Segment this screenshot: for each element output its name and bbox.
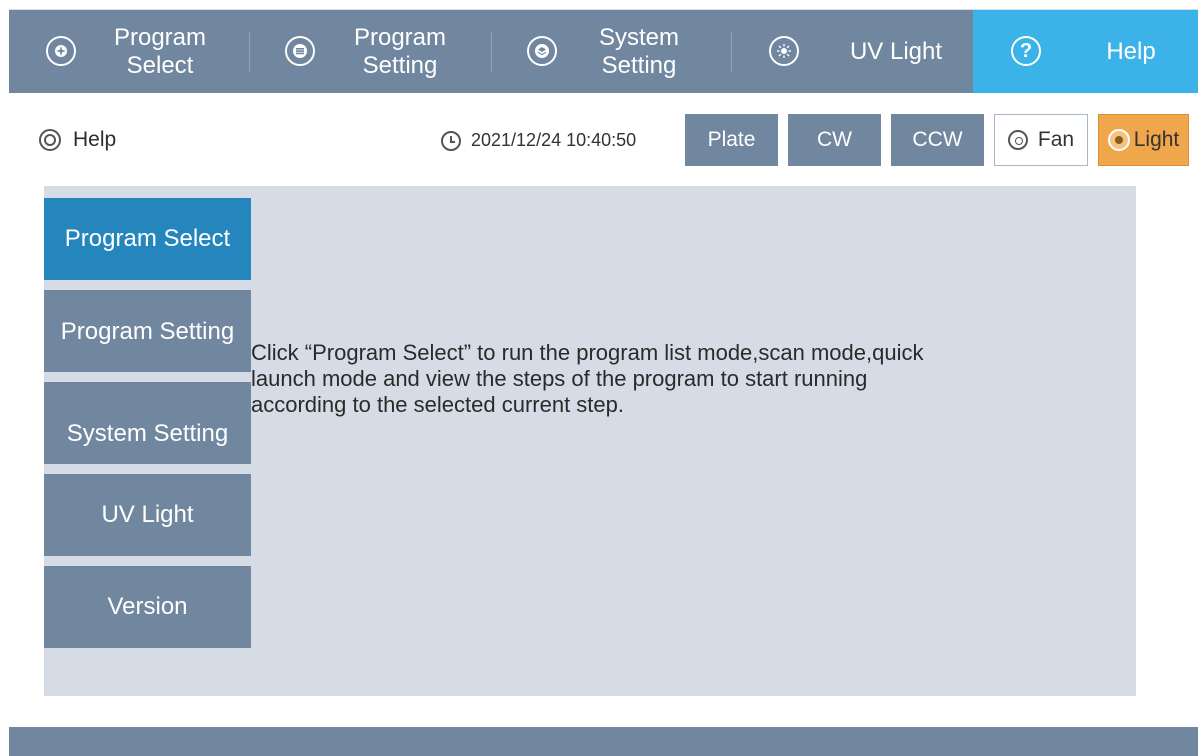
nav-label: Help bbox=[1106, 38, 1156, 65]
help-description: Click “Program Select” to run the progra… bbox=[251, 340, 1091, 418]
nav-program-setting[interactable]: Program Setting bbox=[249, 10, 491, 93]
nav-label-line2: Setting bbox=[601, 52, 677, 79]
nav-label-line2: Setting bbox=[362, 52, 438, 79]
sidebar-item-uv-light[interactable]: UV Light bbox=[44, 474, 251, 556]
cw-button[interactable]: CW bbox=[788, 114, 881, 166]
help-line: Click “Program Select” to run the progra… bbox=[251, 340, 924, 365]
layers-icon bbox=[527, 36, 557, 66]
nav-label-line1: Program bbox=[113, 24, 207, 51]
compass-icon bbox=[46, 36, 76, 66]
help-line: launch mode and view the steps of the pr… bbox=[251, 366, 868, 391]
sidebar-item-program-select[interactable]: Program Select bbox=[44, 198, 251, 280]
fan-button[interactable]: Fan bbox=[994, 114, 1088, 166]
fan-button-label: Fan bbox=[1037, 128, 1075, 151]
plate-button[interactable]: Plate bbox=[685, 114, 778, 166]
sidebar-item-version[interactable]: Version bbox=[44, 566, 251, 648]
top-nav: Program Select Program Setting System Se… bbox=[9, 10, 1198, 93]
help-panel: Program Select Program Setting System Se… bbox=[44, 186, 1136, 696]
fan-icon bbox=[1007, 130, 1028, 150]
clock-icon bbox=[441, 130, 461, 151]
ccw-button[interactable]: CCW bbox=[891, 114, 984, 166]
light-button[interactable]: Light bbox=[1098, 114, 1189, 166]
sidebar-item-program-setting[interactable]: Program Setting bbox=[44, 290, 251, 372]
nav-system-setting[interactable]: System Setting bbox=[491, 10, 731, 93]
datetime-text: 2021/12/24 10:40:50 bbox=[471, 130, 637, 150]
datetime-display: 2021/12/24 10:40:50 bbox=[441, 130, 636, 151]
sidebar-item-system-setting[interactable]: System Setting bbox=[44, 382, 251, 464]
sun-icon bbox=[769, 36, 799, 66]
nav-label-line1: Program bbox=[353, 24, 447, 51]
nav-uv-light[interactable]: UV Light bbox=[731, 10, 973, 93]
nav-label-line1: System bbox=[598, 24, 679, 51]
nav-program-select[interactable]: Program Select bbox=[9, 10, 249, 93]
app-screen: Program Select Program Setting System Se… bbox=[9, 9, 1198, 756]
nav-label-line2: Select bbox=[126, 52, 194, 79]
nav-label: UV Light bbox=[849, 38, 943, 65]
bottom-bar bbox=[9, 727, 1198, 756]
target-icon bbox=[39, 129, 61, 151]
light-button-label: Light bbox=[1133, 128, 1180, 151]
nav-help[interactable]: ? Help bbox=[973, 10, 1198, 93]
light-bulb-icon bbox=[1107, 129, 1130, 151]
page-title: Help bbox=[39, 128, 116, 152]
list-icon bbox=[285, 36, 315, 66]
help-line: according to the selected current step. bbox=[251, 392, 624, 417]
question-icon: ? bbox=[1011, 36, 1041, 66]
page-title-text: Help bbox=[73, 128, 117, 151]
